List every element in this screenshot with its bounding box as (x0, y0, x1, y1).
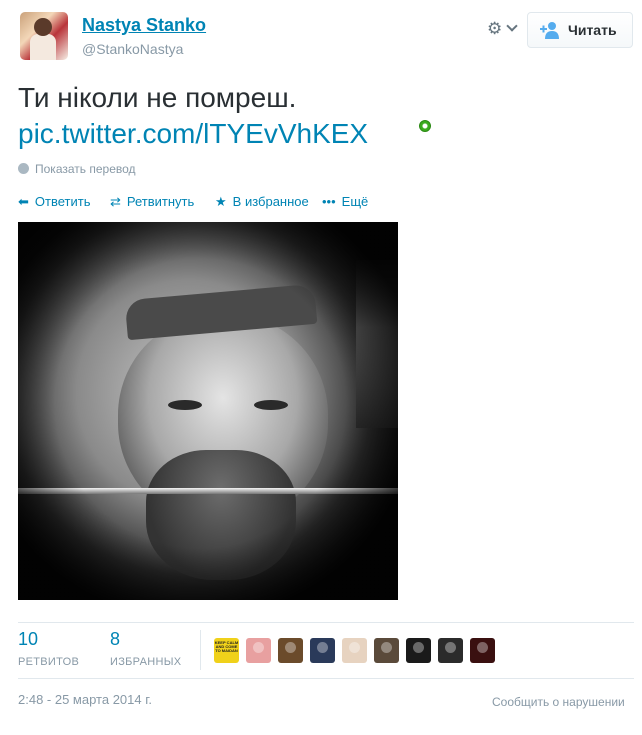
favorites-count[interactable]: 8 (110, 629, 120, 650)
show-translation-label: Показать перевод (35, 162, 136, 176)
gear-icon: ⚙ (487, 19, 503, 38)
favorite-label: В избранное (232, 194, 309, 209)
tweet-photo[interactable] (18, 222, 398, 600)
favoriter-avatar[interactable] (310, 638, 335, 663)
reply-label: Ответить (34, 194, 91, 209)
favorites-label[interactable]: ИЗБРАННЫХ (110, 656, 181, 668)
tweet-media-link[interactable]: pic.twitter.com/lTYEvVhKEX (18, 116, 368, 152)
favoriter-avatar[interactable] (470, 638, 495, 663)
favoriter-avatar[interactable] (374, 638, 399, 663)
report-link[interactable]: Сообщить о нарушении (492, 695, 625, 709)
follow-button-label: Читать (568, 22, 617, 38)
favoriter-avatar[interactable] (278, 638, 303, 663)
favoriter-avatar[interactable] (406, 638, 431, 663)
media-indicator-icon (419, 120, 431, 132)
more-button[interactable]: ••• Ещё (322, 194, 368, 209)
author-handle[interactable]: @StankoNastya (82, 41, 183, 57)
stats-separator (200, 630, 201, 670)
divider (18, 622, 634, 623)
star-icon: ★ (215, 194, 227, 209)
keep-calm-logo: KEEP CALM AND COME TO MAIDAN (214, 640, 239, 653)
tweet-text: Ти ніколи не помреш. (18, 82, 297, 113)
retweets-label[interactable]: РЕТВИТОВ (18, 656, 79, 668)
author-fullname[interactable]: Nastya Stanko (82, 15, 206, 36)
favoriter-avatar[interactable] (438, 638, 463, 663)
favorite-button[interactable]: ★ В избранное (215, 194, 309, 210)
retweet-button[interactable]: ⇄ Ретвитнуть (110, 194, 194, 210)
settings-menu-button[interactable]: ⚙ (487, 19, 521, 41)
retweets-count[interactable]: 10 (18, 629, 38, 650)
follow-button[interactable]: Читать (527, 12, 633, 48)
chevron-down-icon (506, 20, 518, 32)
retweet-label: Ретвитнуть (126, 194, 195, 209)
favoriter-avatar[interactable]: KEEP CALM AND COME TO MAIDAN (214, 638, 239, 663)
show-translation-link[interactable]: Показать перевод (18, 162, 136, 176)
divider (18, 678, 634, 679)
reply-icon: ⬅ (18, 194, 29, 209)
reply-button[interactable]: ⬅ Ответить (18, 194, 90, 210)
globe-icon (18, 163, 29, 174)
more-dots-icon: ••• (322, 194, 336, 209)
favoriter-avatar[interactable] (246, 638, 271, 663)
add-user-icon (540, 22, 559, 39)
tweet-timestamp[interactable]: 2:48 - 25 марта 2014 г. (18, 692, 152, 707)
author-avatar[interactable] (20, 12, 68, 60)
more-label: Ещё (341, 194, 369, 209)
favoriter-avatar[interactable] (342, 638, 367, 663)
retweet-icon: ⇄ (110, 194, 121, 209)
